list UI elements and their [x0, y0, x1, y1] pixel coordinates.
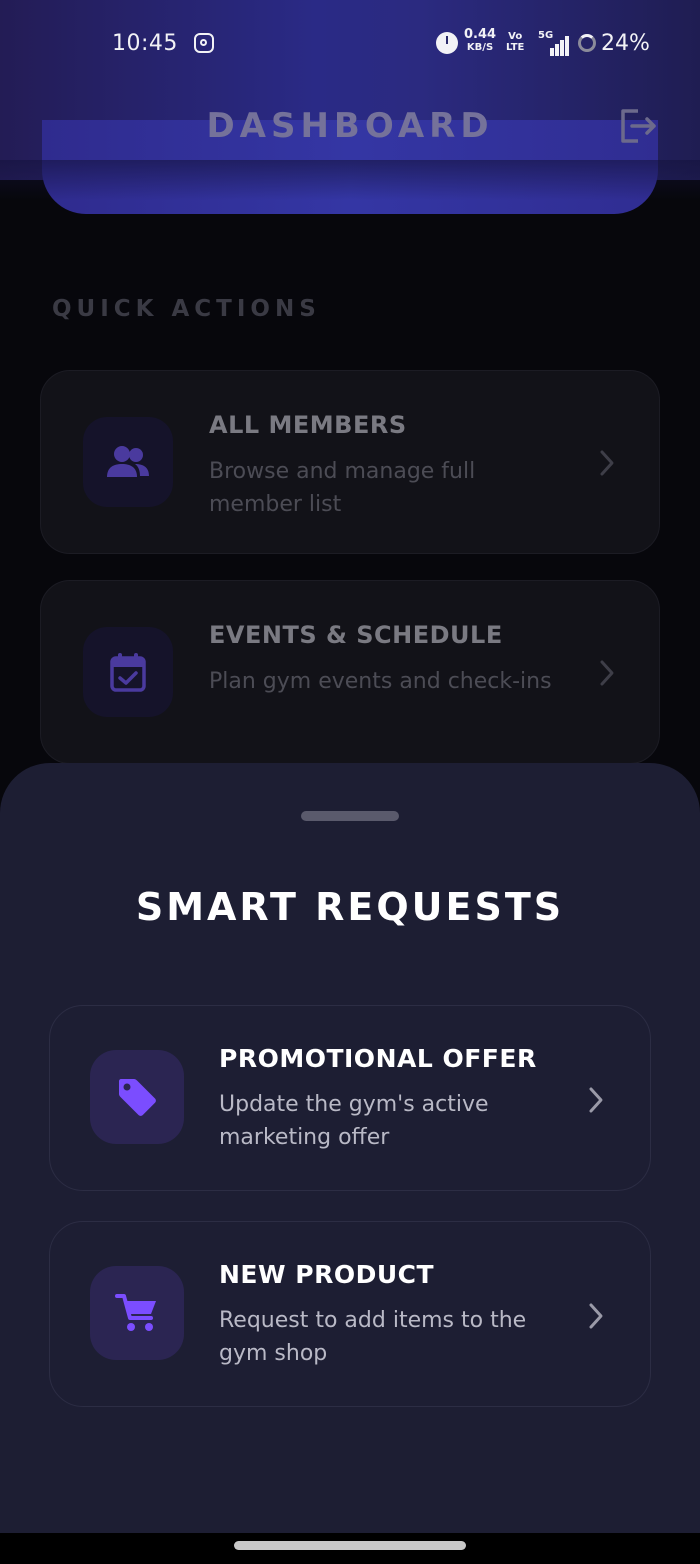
calendar-icon-box	[83, 627, 173, 717]
card-title: EVENTS & SCHEDULE	[209, 621, 503, 649]
volte-top: Vo	[508, 31, 523, 42]
card-description: Browse and manage full member list	[209, 459, 476, 517]
alarm-icon	[436, 32, 458, 54]
promotional-offer-card[interactable]: PROMOTIONAL OFFER Update the gym's activ…	[49, 1005, 651, 1191]
logout-icon[interactable]	[618, 108, 658, 144]
battery-ring-icon	[578, 34, 596, 52]
card-title: PROMOTIONAL OFFER	[219, 1044, 537, 1073]
members-icon-box	[83, 417, 173, 507]
chevron-right-icon	[589, 1303, 603, 1329]
card-description: Update the gym's active marketing offer	[219, 1092, 489, 1150]
quick-actions-label: QUICK ACTIONS	[52, 296, 321, 322]
header-shadow	[0, 160, 700, 200]
chevron-right-icon	[589, 1087, 603, 1113]
speed-unit: KB/S	[466, 42, 494, 53]
cart-icon	[115, 1294, 156, 1331]
speed-value: 0.44	[464, 27, 497, 42]
page-title: DASHBOARD	[206, 106, 494, 146]
members-icon	[107, 446, 149, 477]
cart-icon-box	[90, 1266, 184, 1360]
new-product-card[interactable]: NEW PRODUCT Request to add items to the …	[49, 1221, 651, 1407]
card-description: Plan gym events and check-ins	[209, 669, 552, 694]
sheet-title: SMART REQUESTS	[135, 885, 565, 929]
instagram-icon	[194, 33, 214, 53]
home-gesture-handle[interactable]	[234, 1541, 466, 1550]
smart-requests-sheet: SMART REQUESTS PROMOTIONAL OFFER Update …	[0, 763, 700, 1533]
tag-icon-box	[90, 1050, 184, 1144]
chevron-right-icon	[600, 660, 614, 686]
all-members-card[interactable]: ALL MEMBERS Browse and manage full membe…	[40, 370, 660, 554]
tag-icon	[119, 1079, 156, 1116]
status-bar: 10:45 0.44 KB/S Vo LTE 5G 24%	[0, 26, 700, 62]
sheet-drag-handle[interactable]	[301, 811, 399, 821]
signal-icon	[550, 34, 570, 56]
calendar-check-icon	[110, 653, 146, 692]
card-title: NEW PRODUCT	[219, 1260, 435, 1289]
network-speed: 0.44 KB/S	[464, 27, 497, 54]
battery-level: 24%	[601, 31, 650, 56]
volte-bottom: LTE	[506, 42, 525, 53]
status-time: 10:45	[112, 31, 178, 56]
card-title: ALL MEMBERS	[209, 411, 407, 439]
chevron-right-icon	[600, 450, 614, 476]
card-description: Request to add items to the gym shop	[219, 1308, 527, 1366]
system-nav-bar	[0, 1533, 700, 1564]
volte-indicator: Vo LTE	[506, 31, 524, 53]
events-schedule-card[interactable]: EVENTS & SCHEDULE Plan gym events and ch…	[40, 580, 660, 764]
